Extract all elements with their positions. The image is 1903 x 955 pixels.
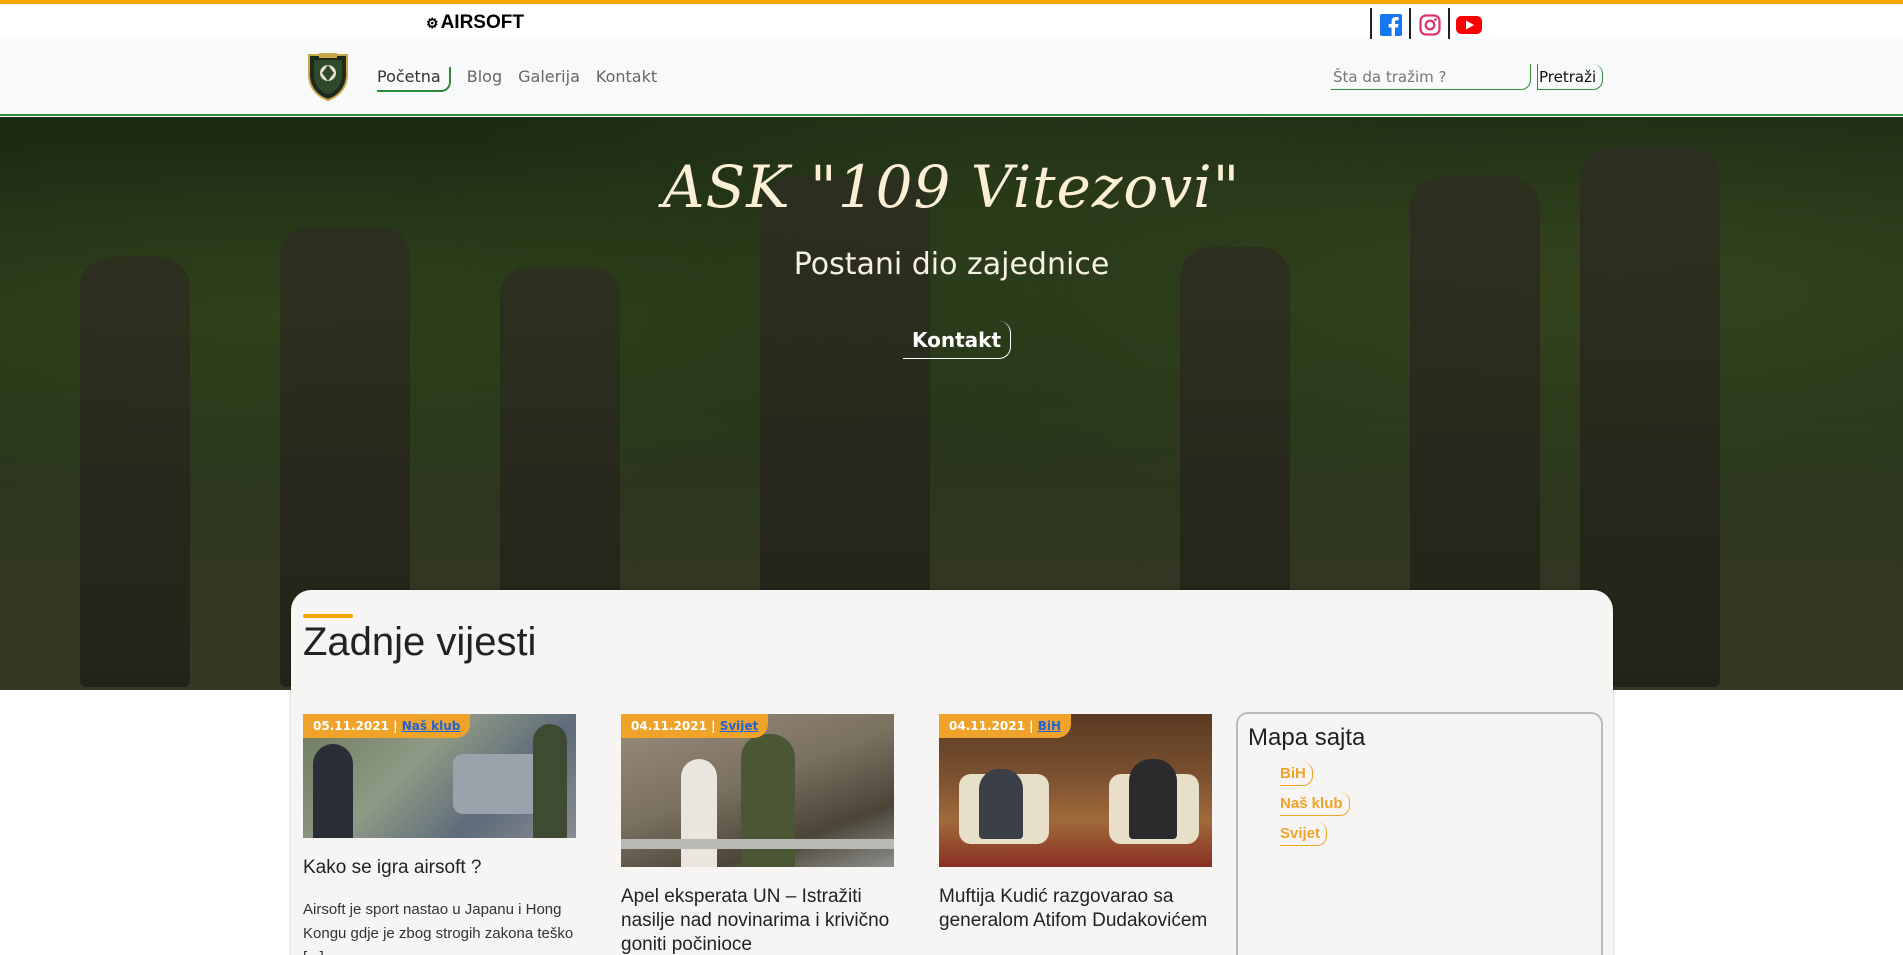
instagram-link[interactable] — [1409, 8, 1448, 42]
post-title[interactable]: Kako se igra airsoft ? — [303, 856, 576, 880]
section-title: Zadnje vijesti — [303, 620, 537, 664]
youtube-link[interactable] — [1448, 8, 1487, 42]
top-bar: ⚙ AIRSOFT — [0, 4, 1903, 42]
post-excerpt: Airsoft je sport nastao u Japanu i Hong … — [303, 901, 574, 955]
gear-icon: ⚙ — [426, 14, 439, 31]
post-date: 04.11.2021 — [631, 719, 707, 733]
sitemap-link-svijet[interactable]: Svijet — [1280, 822, 1328, 846]
sitemap-title: Mapa sajta — [1248, 724, 1366, 751]
post-separator: | — [711, 719, 716, 733]
brand-name: AIRSOFT — [440, 12, 524, 33]
main-nav: Početna Blog Galerija Kontakt — [377, 67, 673, 92]
post-badge: 04.11.2021 | Svijet — [621, 714, 769, 738]
facebook-link[interactable] — [1370, 8, 1409, 42]
list-item: Svijet — [1280, 822, 1350, 846]
sitemap-link-bih[interactable]: BiH — [1280, 762, 1313, 786]
post-date: 05.11.2021 — [313, 719, 389, 733]
instagram-icon — [1418, 14, 1441, 36]
list-item: Naš klub — [1280, 792, 1350, 816]
search-input[interactable] — [1331, 64, 1531, 90]
person-shape — [681, 759, 717, 867]
post-card[interactable]: 04.11.2021 | BiH Muftija Kudić razgovara… — [939, 714, 1212, 933]
hero-title: ASK "109 Vitezovi" — [662, 153, 1241, 221]
post-image[interactable]: 04.11.2021 | BiH — [939, 714, 1212, 867]
post-badge: 05.11.2021 | Naš klub — [303, 714, 471, 738]
post-image[interactable]: 05.11.2021 | Naš klub — [303, 714, 576, 838]
person-shape — [313, 744, 353, 838]
post-date: 04.11.2021 — [949, 719, 1025, 733]
latest-news-section: Zadnje vijesti 05.11.2021 | Naš klub Kak… — [291, 590, 1613, 955]
shield-logo-icon — [308, 53, 348, 102]
hero-contact-button[interactable]: Kontakt — [903, 321, 1012, 359]
nav-item-pocetna[interactable]: Početna — [377, 67, 451, 92]
list-item: BiH — [1280, 762, 1350, 786]
brand[interactable]: ⚙ AIRSOFT — [426, 12, 524, 34]
person-shape — [1129, 759, 1177, 839]
hero-subtitle: Postani dio zajednice — [793, 247, 1110, 282]
person-shape — [979, 769, 1023, 839]
post-separator: | — [393, 719, 398, 733]
main-navbar: Početna Blog Galerija Kontakt Pretraži — [0, 39, 1903, 116]
post-title[interactable]: Apel eksperata UN – Istražiti nasilje na… — [621, 885, 894, 955]
youtube-icon — [1455, 16, 1482, 34]
post-separator: | — [1029, 719, 1034, 733]
nav-item-blog[interactable]: Blog — [467, 67, 502, 92]
social-links — [1370, 8, 1487, 42]
club-logo[interactable] — [305, 51, 351, 102]
sitemap-list: BiH Naš klub Svijet — [1280, 762, 1350, 852]
post-card[interactable]: 04.11.2021 | Svijet Apel eksperata UN – … — [621, 714, 894, 955]
search-button[interactable]: Pretraži — [1537, 64, 1604, 90]
car-shape — [453, 754, 543, 814]
title-accent-bar — [303, 614, 353, 618]
post-category-link[interactable]: Naš klub — [402, 719, 461, 733]
sitemap-widget: Mapa sajta BiH Naš klub Svijet — [1236, 712, 1603, 955]
nav-item-galerija[interactable]: Galerija — [518, 67, 580, 92]
post-card[interactable]: 05.11.2021 | Naš klub Kako se igra airso… — [303, 714, 576, 955]
post-badge: 04.11.2021 | BiH — [939, 714, 1071, 738]
guardrail-shape — [621, 839, 894, 849]
post-category-link[interactable]: Svijet — [720, 719, 759, 733]
post-title[interactable]: Muftija Kudić razgovarao sa generalom At… — [939, 885, 1212, 933]
soldier-shape — [533, 724, 567, 838]
nav-item-kontakt[interactable]: Kontakt — [596, 67, 657, 92]
sitemap-link-nas-klub[interactable]: Naš klub — [1280, 792, 1350, 816]
post-image[interactable]: 04.11.2021 | Svijet — [621, 714, 894, 867]
facebook-icon — [1379, 14, 1402, 36]
post-category-link[interactable]: BiH — [1038, 719, 1061, 733]
